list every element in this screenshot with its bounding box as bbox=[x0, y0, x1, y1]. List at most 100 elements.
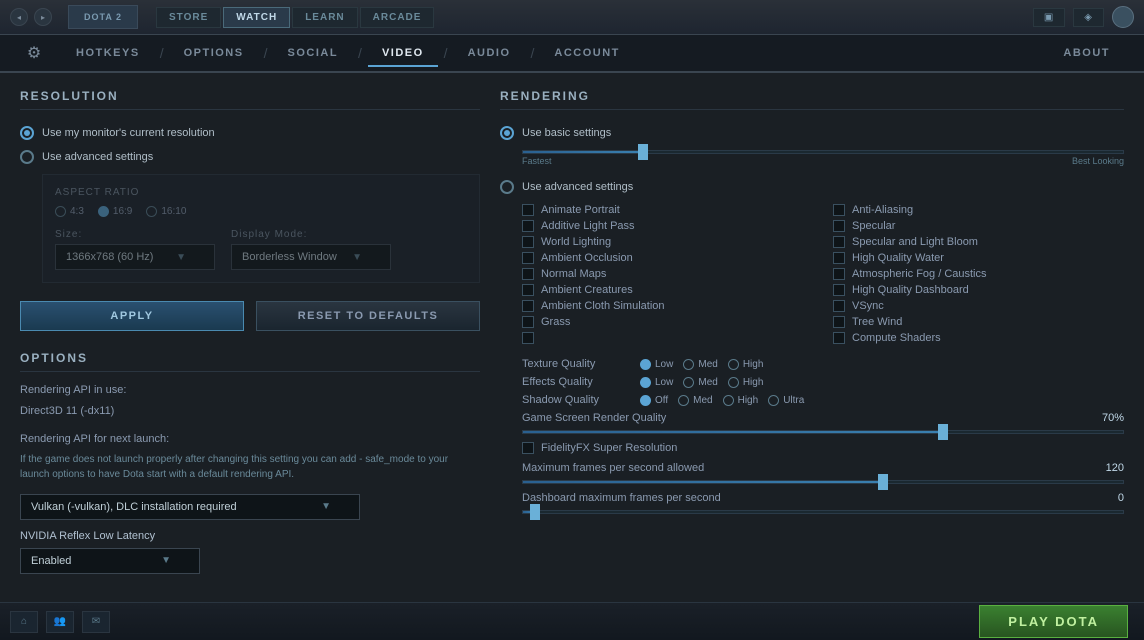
texture-low-radio[interactable] bbox=[640, 359, 651, 370]
checkbox-specular-bloom-box[interactable] bbox=[833, 236, 845, 248]
shadow-off[interactable]: Off bbox=[640, 395, 668, 406]
max-frames-slider[interactable] bbox=[522, 480, 1124, 484]
checkbox-animate-portrait[interactable]: Animate Portrait bbox=[522, 204, 813, 216]
nav-audio[interactable]: AUDIO bbox=[454, 41, 525, 65]
checkbox-ambient-creatures-box[interactable] bbox=[522, 284, 534, 296]
reset-button[interactable]: RESET TO DEFAULTS bbox=[256, 301, 480, 331]
tab-learn[interactable]: LEARN bbox=[292, 7, 357, 28]
checkbox-world-lighting-box[interactable] bbox=[522, 236, 534, 248]
max-frames-thumb[interactable] bbox=[878, 474, 888, 490]
resolution-radio-2[interactable] bbox=[20, 150, 34, 164]
effects-low[interactable]: Low bbox=[640, 377, 673, 388]
rendering-quality-slider[interactable] bbox=[522, 150, 1124, 154]
checkbox-ambient-cloth-box[interactable] bbox=[522, 300, 534, 312]
checkbox-ambient-creatures[interactable]: Ambient Creatures bbox=[522, 284, 813, 296]
checkbox-high-quality-dashboard-box[interactable] bbox=[833, 284, 845, 296]
fidelity-checkbox[interactable] bbox=[522, 442, 534, 454]
shadow-off-radio[interactable] bbox=[640, 395, 651, 406]
game-screen-render-thumb[interactable] bbox=[938, 424, 948, 440]
aspect-radio-16-9[interactable] bbox=[98, 206, 109, 217]
shadow-ultra-radio[interactable] bbox=[768, 395, 779, 406]
forward-button[interactable]: ▸ bbox=[34, 8, 52, 26]
tab-arcade[interactable]: ARCADE bbox=[360, 7, 435, 28]
nvidia-dropdown[interactable]: Enabled ▼ bbox=[20, 548, 200, 574]
checkbox-ambient-occlusion[interactable]: Ambient Occlusion bbox=[522, 252, 813, 264]
game-screen-render-slider[interactable] bbox=[522, 430, 1124, 434]
nav-options[interactable]: OPTIONS bbox=[170, 41, 258, 65]
aspect-radio-16-10[interactable] bbox=[146, 206, 157, 217]
dashboard-frames-slider[interactable] bbox=[522, 510, 1124, 514]
friends-icon-btn[interactable]: 👥 bbox=[46, 611, 74, 633]
friends-button[interactable]: ▣ bbox=[1033, 8, 1065, 27]
aspect-radio-4-3[interactable] bbox=[55, 206, 66, 217]
checkbox-ambient-cloth[interactable]: Ambient Cloth Simulation bbox=[522, 300, 813, 312]
nav-about[interactable]: ABOUT bbox=[1049, 41, 1124, 65]
shadow-ultra[interactable]: Ultra bbox=[768, 395, 804, 406]
play-dota-button[interactable]: PLAY DOTA bbox=[979, 605, 1128, 638]
effects-low-radio[interactable] bbox=[640, 377, 651, 388]
checkbox-high-quality-water-box[interactable] bbox=[833, 252, 845, 264]
nav-social[interactable]: SOCIAL bbox=[273, 41, 352, 65]
texture-med-radio[interactable] bbox=[683, 359, 694, 370]
aspect-16-9[interactable]: 16:9 bbox=[98, 206, 132, 217]
back-button[interactable]: ◂ bbox=[10, 8, 28, 26]
checkbox-high-quality-water[interactable]: High Quality Water bbox=[833, 252, 1124, 264]
home-icon-btn[interactable]: ⌂ bbox=[10, 611, 38, 633]
user-avatar[interactable] bbox=[1112, 6, 1134, 28]
texture-med[interactable]: Med bbox=[683, 359, 717, 370]
effects-med-radio[interactable] bbox=[683, 377, 694, 388]
checkbox-tree-wind[interactable]: Tree Wind bbox=[833, 316, 1124, 328]
shadow-high[interactable]: High bbox=[723, 395, 759, 406]
shadow-med[interactable]: Med bbox=[678, 395, 712, 406]
texture-high[interactable]: High bbox=[728, 359, 764, 370]
checkbox-compute-shaders-box[interactable] bbox=[833, 332, 845, 344]
checkbox-high-quality-dashboard[interactable]: High Quality Dashboard bbox=[833, 284, 1124, 296]
checkbox-specular[interactable]: Specular bbox=[833, 220, 1124, 232]
basic-settings-option[interactable]: Use basic settings bbox=[500, 126, 1124, 140]
resolution-option-1[interactable]: Use my monitor's current resolution bbox=[20, 126, 480, 140]
aspect-16-10[interactable]: 16:10 bbox=[146, 206, 186, 217]
resolution-option-2[interactable]: Use advanced settings bbox=[20, 150, 480, 164]
checkbox-normal-maps-box[interactable] bbox=[522, 268, 534, 280]
advanced-settings-radio[interactable] bbox=[500, 180, 514, 194]
chat-icon-btn[interactable]: ✉ bbox=[82, 611, 110, 633]
nav-video[interactable]: VIDEO bbox=[368, 41, 438, 65]
dashboard-frames-thumb[interactable] bbox=[530, 504, 540, 520]
notifications-button[interactable]: ◈ bbox=[1073, 8, 1104, 27]
checkbox-atmospheric-fog-box[interactable] bbox=[833, 268, 845, 280]
vulkan-dropdown[interactable]: Vulkan (-vulkan), DLC installation requi… bbox=[20, 494, 360, 520]
checkbox-anti-aliasing-box[interactable] bbox=[833, 204, 845, 216]
checkbox-specular-box[interactable] bbox=[833, 220, 845, 232]
texture-high-radio[interactable] bbox=[728, 359, 739, 370]
checkbox-vsync[interactable]: VSync bbox=[833, 300, 1124, 312]
checkbox-vsync-box[interactable] bbox=[833, 300, 845, 312]
checkbox-normal-maps[interactable]: Normal Maps bbox=[522, 268, 813, 280]
effects-med[interactable]: Med bbox=[683, 377, 717, 388]
nav-account[interactable]: ACCOUNT bbox=[540, 41, 634, 65]
tab-watch[interactable]: WATCH bbox=[223, 7, 290, 28]
checkbox-ambient-occlusion-box[interactable] bbox=[522, 252, 534, 264]
checkbox-grass-box[interactable] bbox=[522, 316, 534, 328]
slider-thumb[interactable] bbox=[638, 144, 648, 160]
checkbox-anti-aliasing[interactable]: Anti-Aliasing bbox=[833, 204, 1124, 216]
size-dropdown[interactable]: 1366x768 (60 Hz) ▼ bbox=[55, 244, 215, 270]
tab-store[interactable]: STORE bbox=[156, 7, 221, 28]
basic-settings-radio[interactable] bbox=[500, 126, 514, 140]
checkbox-additive-light[interactable]: Additive Light Pass bbox=[522, 220, 813, 232]
checkbox-world-lighting[interactable]: World Lighting bbox=[522, 236, 813, 248]
checkbox-specular-bloom[interactable]: Specular and Light Bloom bbox=[833, 236, 1124, 248]
resolution-radio-1[interactable] bbox=[20, 126, 34, 140]
checkbox-compute-shaders[interactable]: Compute Shaders bbox=[833, 332, 1124, 344]
effects-high[interactable]: High bbox=[728, 377, 764, 388]
nav-hotkeys[interactable]: HOTKEYS bbox=[62, 41, 154, 65]
texture-low[interactable]: Low bbox=[640, 359, 673, 370]
display-mode-dropdown[interactable]: Borderless Window ▼ bbox=[231, 244, 391, 270]
apply-button[interactable]: APPLY bbox=[20, 301, 244, 331]
aspect-4-3[interactable]: 4:3 bbox=[55, 206, 84, 217]
checkbox-animate-portrait-box[interactable] bbox=[522, 204, 534, 216]
effects-high-radio[interactable] bbox=[728, 377, 739, 388]
checkbox-tree-wind-box[interactable] bbox=[833, 316, 845, 328]
shadow-med-radio[interactable] bbox=[678, 395, 689, 406]
advanced-settings-option[interactable]: Use advanced settings bbox=[500, 180, 1124, 194]
checkbox-atmospheric-fog[interactable]: Atmospheric Fog / Caustics bbox=[833, 268, 1124, 280]
